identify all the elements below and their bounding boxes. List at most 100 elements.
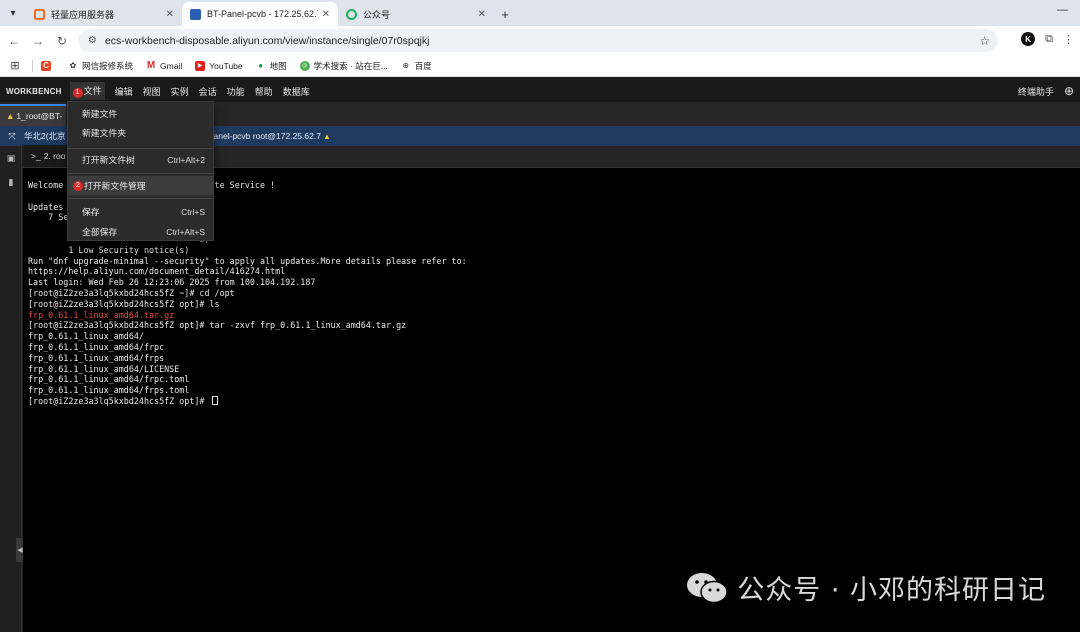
terminal-icon[interactable]: ▣ <box>0 146 22 170</box>
tab-favicon-icon <box>346 8 357 20</box>
menu-database[interactable]: 数据库 <box>283 85 310 98</box>
menu-features[interactable]: 功能 <box>227 85 245 98</box>
bookmark-label: 地图 <box>269 60 287 71</box>
menu-item-label: 新建文件 <box>82 109 118 119</box>
region-label: 华北2(北京 <box>24 131 66 141</box>
prompt-icon: >_ <box>31 151 41 161</box>
terminal-tab[interactable]: >_ 2. roo <box>23 145 71 167</box>
menu-instance[interactable]: 实例 <box>171 85 189 98</box>
bookmark-item[interactable]: ▶ YouTube <box>195 60 243 71</box>
reload-icon[interactable]: ↻ <box>50 34 74 48</box>
tab-favicon-icon <box>34 8 45 20</box>
apps-grid-icon[interactable]: ⊞ <box>0 59 30 72</box>
terminal-tab-label: 2. roo <box>43 151 66 161</box>
terminal-line: frp_0.61.1_linux_amd64/frps <box>28 352 165 363</box>
menu-item-save[interactable]: 保存 Ctrl+S <box>68 202 213 221</box>
menu-item-label: 新建文件夹 <box>82 128 126 138</box>
menu-item-label: 打开新文件管理 <box>84 181 146 191</box>
menu-item-new-file[interactable]: 新建文件 <box>68 104 213 123</box>
terminal-assistant-link[interactable]: 终端助手 <box>1018 85 1054 98</box>
divider <box>32 59 33 72</box>
tab-title: 轻量应用服务器 <box>51 9 115 20</box>
new-tab-plus-icon[interactable]: + <box>494 2 516 26</box>
youtube-icon: ▶ <box>195 60 206 71</box>
menu-item-open-file-manager[interactable]: 2 打开新文件管理 <box>68 176 213 195</box>
session-tab-label: 1_root@BT- <box>16 111 63 121</box>
menu-item-open-file-tree[interactable]: 打开新文件树 Ctrl+Alt+2 <box>68 150 213 169</box>
terminal-line: 1 Low Security notice(s) <box>28 244 190 255</box>
bookmark-label: Gmail <box>160 60 183 71</box>
terminal-line: frp_0.61.1_linux_amd64/ <box>28 331 144 342</box>
bookmark-label: 网信报修系统 <box>82 60 134 71</box>
menu-view[interactable]: 视图 <box>143 85 161 98</box>
terminal-line: [root@iZ2ze3a3lq5kxbd24hcs5fZ opt]# tar … <box>28 320 407 331</box>
browser-tab[interactable]: 轻量应用服务器 ✕ <box>26 2 182 26</box>
close-icon[interactable]: ✕ <box>166 9 174 20</box>
forward-arrow-icon[interactable]: → <box>26 34 50 48</box>
shortcut-label: Ctrl+Alt+S <box>166 226 205 237</box>
tab-search-chevron-icon[interactable]: ▾ <box>0 0 26 26</box>
browser-tab[interactable]: 公众号 ✕ <box>338 2 494 26</box>
bookmark-item[interactable]: C <box>41 60 55 71</box>
menu-item-new-folder[interactable]: 新建文件夹 <box>68 123 213 142</box>
expand-arrows-icon[interactable]: ⤧ <box>0 131 24 142</box>
watermark-text: 公众号 · 小邓的科研日记 <box>737 575 1046 606</box>
minimize-icon[interactable]: — <box>1057 4 1068 16</box>
watermark: 公众号 · 小邓的科研日记 <box>685 568 1046 607</box>
terminal-line: Last login: Wed Feb 26 12:23:06 2025 fro… <box>28 277 316 288</box>
menu-item-label: 打开新文件树 <box>82 155 135 165</box>
menu-session[interactable]: 会话 <box>199 85 217 98</box>
wechat-logo-icon <box>687 572 728 603</box>
menu-item-label: 全部保存 <box>82 227 118 237</box>
add-circle-icon[interactable]: ⊕ <box>1064 84 1074 98</box>
extensions-puzzle-icon[interactable]: ⧉ <box>1045 33 1053 46</box>
bookmark-star-icon[interactable]: ☆ <box>979 34 990 48</box>
more-menu-icon[interactable]: ⋮ <box>1063 33 1074 46</box>
tab-title: BT-Panel-pcvb - 172.25.62.7 <box>207 9 318 19</box>
divider <box>68 198 213 199</box>
terminal-cursor <box>211 395 218 405</box>
bookmark-label: YouTube <box>209 60 243 71</box>
tab-title: 公众号 <box>363 9 391 20</box>
menu-help[interactable]: 帮助 <box>255 85 273 98</box>
menu-item-save-all[interactable]: 全部保存 Ctrl+Alt+S <box>68 222 213 241</box>
warning-icon: ▲ <box>322 131 331 141</box>
step-badge: 1 <box>72 87 83 98</box>
bookmark-label: 百度 <box>414 60 432 71</box>
close-icon[interactable]: ✕ <box>322 9 330 20</box>
terminal-line: [root@iZ2ze3a3lq5kxbd24hcs5fZ ~]# cd /op… <box>28 287 235 298</box>
paw-icon: ✿ <box>69 61 77 70</box>
bookmark-item[interactable]: M Gmail <box>146 60 183 71</box>
browser-tab-active[interactable]: BT-Panel-pcvb - 172.25.62.7 ✕ <box>182 2 338 26</box>
bookmark-item[interactable]: ● 地图 <box>256 60 287 72</box>
bookmark-item[interactable]: ✿ 网信报修系统 <box>68 60 133 72</box>
bookmark-label: 学术搜索 · 站在巨... <box>313 60 388 71</box>
maps-icon: ● <box>258 61 264 70</box>
menu-item-label: 保存 <box>82 207 100 217</box>
browser-toolbar: ← → ↻ ⚙ ecs-workbench-disposable.aliyun.… <box>0 26 1080 55</box>
bookmark-item[interactable]: ◎ 学术搜索 · 站在巨... <box>299 60 388 72</box>
gmail-icon: M <box>146 60 156 71</box>
shortcut-label: Ctrl+S <box>181 206 205 217</box>
back-arrow-icon[interactable]: ← <box>2 34 26 48</box>
site-info-icon[interactable]: ⚙ <box>88 35 97 46</box>
tab-favicon-icon <box>190 8 201 20</box>
terminal-line: Run "dnf upgrade-minimal --security" to … <box>28 255 467 266</box>
browser-tab-strip: ▾ 轻量应用服务器 ✕ BT-Panel-pcvb - 172.25.62.7 … <box>0 0 1080 26</box>
bookmarks-bar: ⊞ C ✿ 网信报修系统 M Gmail ▶ YouTube ● 地图 ◎ 学术搜索 · … <box>0 55 1080 77</box>
close-icon[interactable]: ✕ <box>478 9 486 20</box>
menu-edit[interactable]: 编辑 <box>115 85 133 98</box>
profile-avatar[interactable]: K <box>1021 32 1036 46</box>
terminal-line: [root@iZ2ze3a3lq5kxbd24hcs5fZ opt]# <box>28 395 1080 407</box>
file-icon[interactable]: ▮ <box>0 170 22 194</box>
bookmark-item[interactable]: ⊕ 百度 <box>401 60 432 72</box>
terminal-line: [root@iZ2ze3a3lq5kxbd24hcs5fZ opt]# ls <box>28 298 220 309</box>
session-tab[interactable]: ▲ 1_root@BT- <box>0 104 66 126</box>
terminal-line: frp_0.61.1_linux_amd64/frpc.toml <box>28 374 190 385</box>
address-bar[interactable]: ⚙ ecs-workbench-disposable.aliyun.com/vi… <box>78 29 998 52</box>
globe-icon: ⊕ <box>402 61 410 70</box>
terminal-line: frp_0.61.1_linux_amd64/frps.toml <box>28 385 190 396</box>
menu-file[interactable]: 1 文件 <box>69 82 105 100</box>
menu-label: 文件 <box>83 86 102 97</box>
divider <box>68 173 213 174</box>
